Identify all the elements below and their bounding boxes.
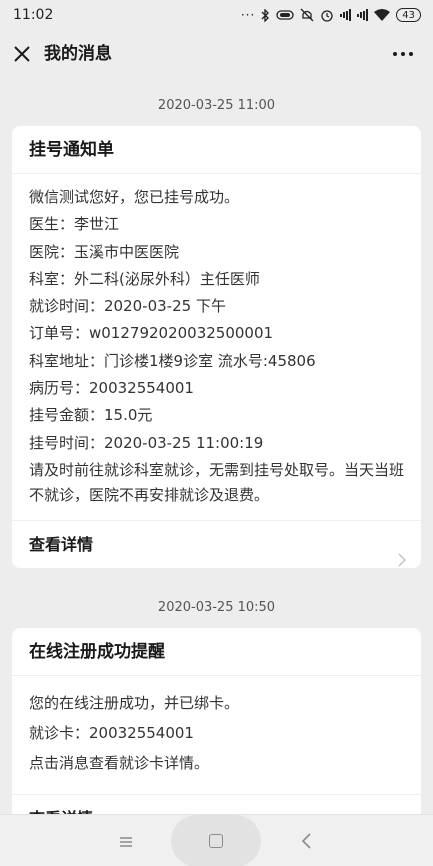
- message-line: 科室地址：门诊楼1楼9诊室 流水号:45806: [29, 351, 316, 370]
- message-note: 请及时前往就诊科室就诊，无需到挂号处取号。当天当班不就诊，医院不再安排就诊及退费…: [29, 460, 405, 504]
- mute-icon: [300, 8, 314, 22]
- nav-bar: 我的消息: [0, 30, 433, 78]
- status-time: 11:02: [13, 7, 54, 23]
- status-icons: ··· 43: [241, 8, 421, 22]
- home-button[interactable]: [171, 815, 261, 866]
- wifi-icon: [374, 9, 391, 21]
- message-line: 就诊卡：20032554001: [29, 724, 194, 742]
- message-line: 您的在线注册成功，并已绑卡。: [29, 694, 240, 712]
- alarm-icon: [320, 8, 334, 22]
- back-icon[interactable]: [300, 832, 314, 850]
- more-dots-icon: ···: [240, 8, 256, 22]
- vibrate-icon: [276, 9, 294, 21]
- view-details-label: 查看详情: [29, 534, 94, 554]
- message-title: 在线注册成功提醒: [12, 628, 421, 676]
- message-body: 您的在线注册成功，并已绑卡。 就诊卡：20032554001 点击消息查看就诊卡…: [12, 676, 421, 790]
- message-line: 就诊时间：2020-03-25 下午: [29, 297, 226, 316]
- message-timestamp: 2020-03-25 11:00: [157, 98, 276, 113]
- message-line: 医院：玉溪市中医医院: [29, 242, 180, 261]
- message-line: 挂号时间：2020-03-25 11:00:19: [29, 433, 264, 452]
- more-options-icon[interactable]: [391, 42, 415, 66]
- message-line: 病历号：20032554001: [29, 379, 194, 398]
- signal-icon: [340, 9, 352, 21]
- message-greeting: 微信测试您好，您已挂号成功。: [29, 188, 240, 206]
- signal-icon-2: [357, 9, 369, 21]
- message-title: 挂号通知单: [12, 126, 421, 174]
- view-details-button[interactable]: 查看详情: [12, 519, 421, 568]
- message-line: 挂号金额：15.0元: [29, 406, 153, 425]
- message-line: 医生：李世江: [29, 215, 120, 234]
- message-body: 微信测试您好，您已挂号成功。 医生：李世江 医院：玉溪市中医医院 科室：外二科(…: [12, 174, 421, 520]
- chevron-right-icon: [397, 538, 407, 567]
- message-timestamp: 2020-03-25 10:50: [157, 600, 276, 615]
- system-nav-bar: [0, 814, 433, 866]
- message-card[interactable]: 挂号通知单 微信测试您好，您已挂号成功。 医生：李世江 医院：玉溪市中医医院 科…: [12, 126, 421, 568]
- battery-icon: 43: [396, 8, 421, 22]
- message-line: 点击消息查看就诊卡详情。: [29, 754, 210, 772]
- close-icon[interactable]: [10, 42, 34, 66]
- page-title: 我的消息: [44, 44, 112, 64]
- bluetooth-icon: [261, 8, 270, 22]
- status-bar: 11:02 ··· 43: [0, 0, 433, 30]
- menu-icon[interactable]: [119, 834, 133, 848]
- message-line: 科室：外二科(泌尿外科）主任医师: [29, 269, 260, 288]
- message-line: 订单号：w012792020032500001: [29, 324, 274, 343]
- home-icon: [209, 834, 223, 848]
